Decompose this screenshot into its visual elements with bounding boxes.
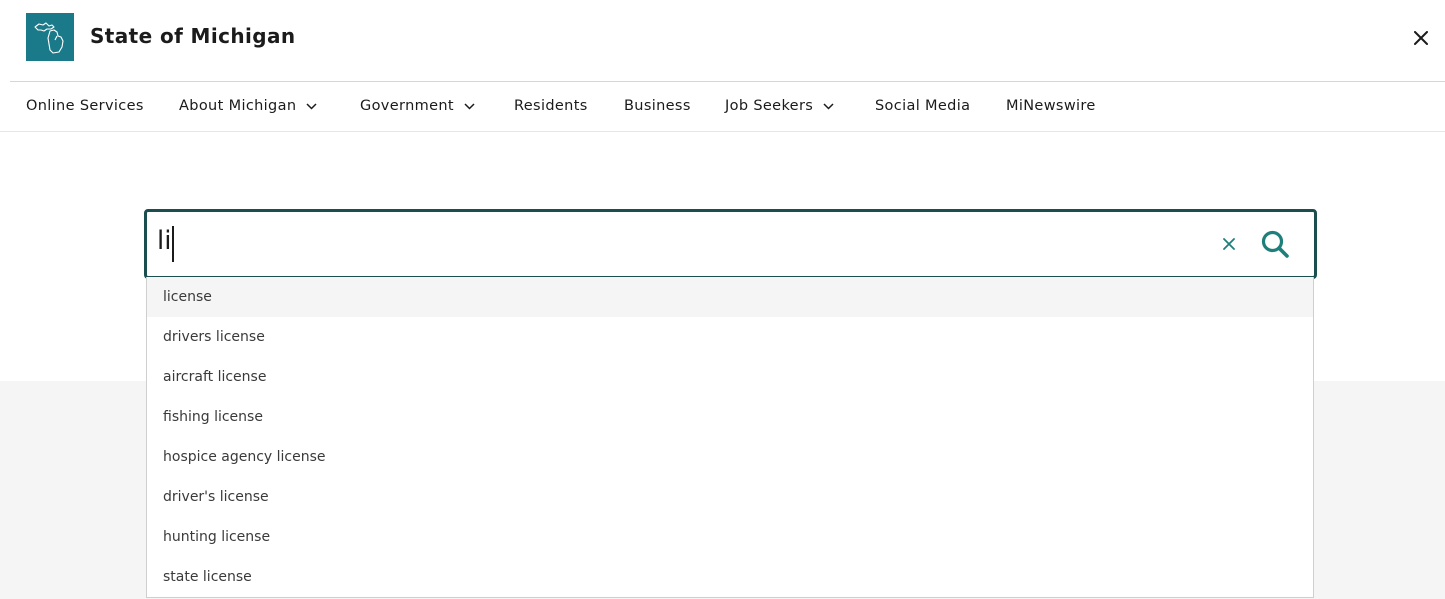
nav-item-minewswire[interactable]: MiNewswire <box>1006 98 1096 114</box>
chevron-down-icon <box>306 102 317 110</box>
chevron-down-icon <box>823 102 834 110</box>
clear-icon <box>1223 238 1235 250</box>
nav-item-label: MiNewswire <box>1006 98 1096 114</box>
site-header: State of Michigan <box>0 0 1445 82</box>
main-nav: Online Services About Michigan Governmen… <box>0 82 1445 132</box>
suggestion-item[interactable]: fishing license <box>147 397 1313 437</box>
suggestion-label: license <box>163 289 212 305</box>
search-submit-button[interactable] <box>1257 226 1293 262</box>
search-input[interactable] <box>157 222 1197 266</box>
suggestion-item[interactable]: state license <box>147 557 1313 597</box>
suggestion-item[interactable]: aircraft license <box>147 357 1313 397</box>
suggestion-item[interactable]: drivers license <box>147 317 1313 357</box>
nav-item-label: About Michigan <box>179 98 297 114</box>
nav-item-label: Government <box>360 98 454 114</box>
suggestion-item[interactable]: driver's license <box>147 477 1313 517</box>
suggestion-label: state license <box>163 569 252 585</box>
site-title[interactable]: State of Michigan <box>90 24 296 48</box>
search-box: li <box>144 209 1317 279</box>
nav-item-label: Online Services <box>26 98 144 114</box>
nav-item-social-media[interactable]: Social Media <box>875 98 970 114</box>
suggestion-item[interactable]: license <box>147 277 1313 317</box>
nav-item-government[interactable]: Government <box>360 98 475 114</box>
suggestion-label: fishing license <box>163 409 263 425</box>
nav-item-job-seekers[interactable]: Job Seekers <box>725 98 834 114</box>
nav-item-label: Job Seekers <box>725 98 814 114</box>
suggestion-label: hospice agency license <box>163 449 326 465</box>
suggestion-label: drivers license <box>163 329 265 345</box>
text-caret <box>172 226 174 262</box>
suggestion-label: aircraft license <box>163 369 267 385</box>
search-icon <box>1261 230 1289 258</box>
suggestion-label: hunting license <box>163 529 271 545</box>
michigan-logo[interactable] <box>26 13 74 61</box>
suggestion-label: driver's license <box>163 489 269 505</box>
close-icon <box>1414 31 1428 45</box>
nav-item-label: Residents <box>514 98 588 114</box>
close-button[interactable] <box>1409 26 1433 50</box>
page: State of Michigan Online Services About … <box>0 0 1445 599</box>
suggestion-item[interactable]: hunting license <box>147 517 1313 557</box>
suggestion-item[interactable]: hospice agency license <box>147 437 1313 477</box>
nav-item-label: Social Media <box>875 98 971 114</box>
nav-item-business[interactable]: Business <box>624 98 691 114</box>
clear-search-button[interactable] <box>1220 235 1238 253</box>
nav-item-label: Business <box>624 98 691 114</box>
nav-item-about-michigan[interactable]: About Michigan <box>179 98 317 114</box>
nav-item-online-services[interactable]: Online Services <box>26 98 144 114</box>
search-suggestions: license drivers license aircraft license… <box>146 277 1314 598</box>
nav-item-residents[interactable]: Residents <box>514 98 588 114</box>
chevron-down-icon <box>464 102 475 110</box>
michigan-map-icon <box>34 22 64 54</box>
